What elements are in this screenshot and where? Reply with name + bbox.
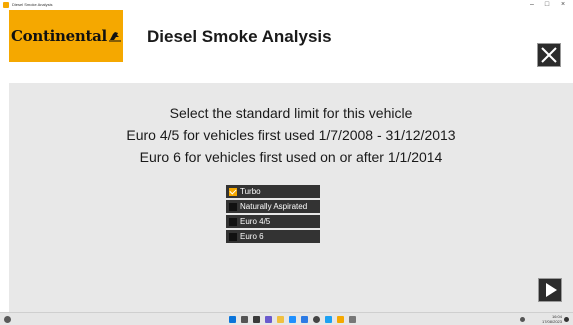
checkbox-icon[interactable] bbox=[229, 232, 237, 241]
option-euro-4-5[interactable]: Euro 4/5 bbox=[226, 215, 320, 228]
clock[interactable]: 16:04 17/08/2023 bbox=[532, 314, 562, 324]
clock-date: 17/08/2023 bbox=[541, 319, 562, 324]
search-icon[interactable] bbox=[241, 316, 248, 323]
play-arrow-icon bbox=[546, 283, 557, 297]
app-window: Continental Diesel Smoke Analysis Select… bbox=[9, 10, 573, 312]
maximize-button[interactable]: □ bbox=[540, 0, 554, 10]
checkbox-checked-icon[interactable] bbox=[229, 187, 237, 196]
app-icon-blue[interactable] bbox=[325, 316, 332, 323]
instruction-line-3: Euro 6 for vehicles first used on or aft… bbox=[139, 149, 443, 165]
checkbox-icon[interactable] bbox=[229, 217, 237, 226]
option-euro-6[interactable]: Euro 6 bbox=[226, 230, 320, 243]
option-turbo[interactable]: Turbo bbox=[226, 185, 320, 198]
logo-text: Continental bbox=[11, 27, 107, 45]
instruction-line-2: Euro 4/5 for vehicles first used 1/7/200… bbox=[126, 127, 456, 143]
continental-app-icon[interactable] bbox=[337, 316, 344, 323]
window-titlebar: Diesel Smoke Analysis – □ × bbox=[0, 0, 573, 10]
mail-icon[interactable] bbox=[301, 316, 308, 323]
network-icon[interactable] bbox=[520, 317, 525, 322]
option-label: Euro 6 bbox=[240, 232, 264, 241]
horse-icon bbox=[108, 32, 121, 42]
minimize-button[interactable]: – bbox=[525, 0, 539, 10]
app-icon-grey[interactable] bbox=[349, 316, 356, 323]
file-explorer-icon[interactable] bbox=[277, 316, 284, 323]
option-naturally-aspirated[interactable]: Naturally Aspirated bbox=[226, 200, 320, 213]
notification-icon[interactable] bbox=[564, 317, 569, 322]
header: Continental Diesel Smoke Analysis bbox=[9, 10, 573, 83]
taskbar: 16:04 17/08/2023 bbox=[0, 312, 573, 325]
close-icon bbox=[541, 47, 557, 63]
instruction-line-1: Select the standard limit for this vehic… bbox=[169, 105, 413, 121]
chat-icon[interactable] bbox=[265, 316, 272, 323]
settings-icon[interactable] bbox=[313, 316, 320, 323]
next-button[interactable] bbox=[538, 278, 562, 302]
instructions: Select the standard limit for this vehic… bbox=[9, 102, 573, 168]
page-title: Diesel Smoke Analysis bbox=[147, 27, 332, 46]
task-view-icon[interactable] bbox=[253, 316, 260, 323]
close-button[interactable] bbox=[537, 43, 561, 67]
continental-logo: Continental bbox=[9, 10, 123, 62]
checkbox-icon[interactable] bbox=[229, 202, 237, 211]
limit-options: Turbo Naturally Aspirated Euro 4/5 Euro … bbox=[226, 185, 320, 245]
option-label: Turbo bbox=[240, 187, 261, 196]
window-close-button[interactable]: × bbox=[556, 0, 570, 10]
start-icon[interactable] bbox=[229, 316, 236, 323]
option-label: Naturally Aspirated bbox=[240, 202, 308, 211]
window-title: Diesel Smoke Analysis bbox=[12, 2, 53, 7]
browser-icon[interactable] bbox=[289, 316, 296, 323]
option-label: Euro 4/5 bbox=[240, 217, 271, 226]
weather-icon[interactable] bbox=[4, 316, 11, 323]
app-icon bbox=[3, 2, 9, 8]
